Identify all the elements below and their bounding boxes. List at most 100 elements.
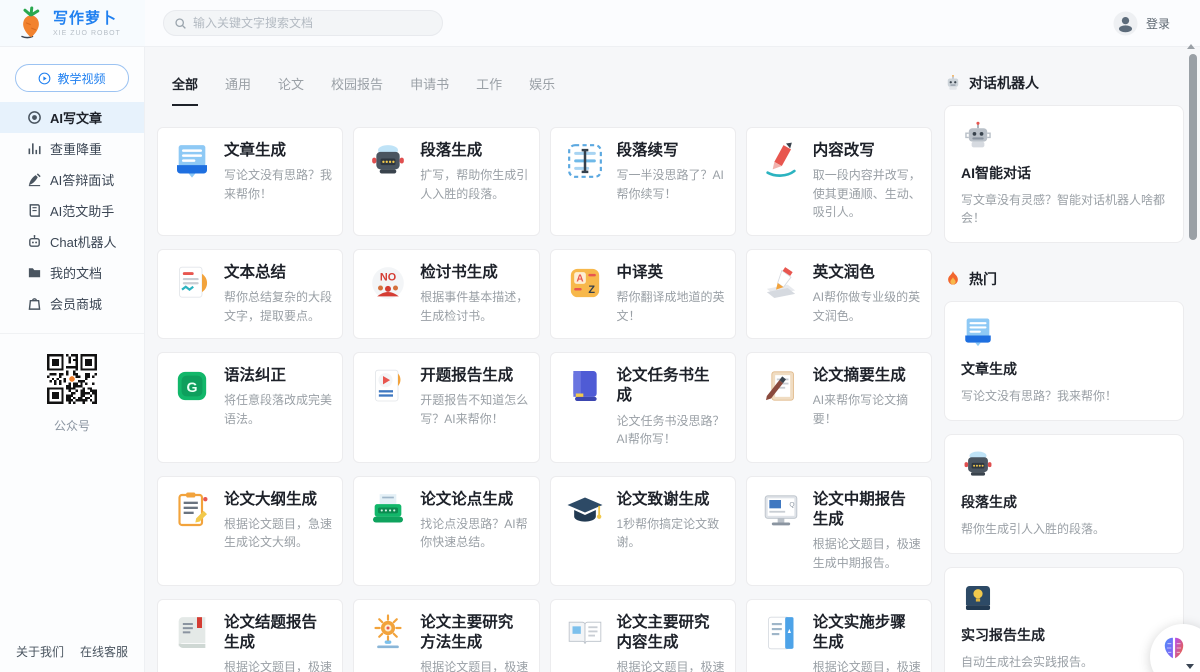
sidebar-item-member-shop-bag[interactable]: 会员商城	[0, 288, 144, 319]
tool-card[interactable]: 文章生成写论文没有思路？我来帮你！	[157, 127, 343, 236]
card-desc: 将任意段落改成完美语法。	[224, 391, 332, 428]
tool-card[interactable]: 论文主要研究内容生成根据论文题目，极速生成主要研究内容。	[550, 599, 736, 672]
chatbot-section-title: 对话机器人	[944, 73, 1184, 93]
card-title: 论文任务书生成	[617, 366, 725, 406]
panel-card-title: AI智能对话	[961, 163, 1167, 183]
tool-card[interactable]: 段落续写写一半没思路了？AI帮你续写！	[550, 127, 736, 236]
brand-logo[interactable]: 写作萝卜 XIE ZUO ROBOT	[0, 0, 145, 46]
no-sign-icon: NO	[368, 263, 408, 303]
tool-card[interactable]: 论文致谢生成1秒帮你搞定论文致谢。	[550, 476, 736, 586]
sidebar-item-my-docs-folder[interactable]: 我的文档	[0, 257, 144, 288]
sidebar-item-label: AI答辩面试	[50, 170, 114, 189]
card-title: 文章生成	[224, 141, 332, 161]
sidebar-item-interview-pen[interactable]: AI答辩面试	[0, 164, 144, 195]
panel-card[interactable]: 段落生成帮你生成引人入胜的段落。	[944, 434, 1184, 554]
sidebar-footer: 关于我们 在线客服	[0, 643, 144, 660]
sidebar-item-label: 我的文档	[50, 263, 102, 282]
sidebar-item-plagiarism-chart[interactable]: 查重降重	[0, 133, 144, 164]
panel-card-title: 段落生成	[961, 492, 1167, 512]
hot-section-label: 热门	[969, 269, 997, 289]
sidebar-item-label: 查重降重	[50, 139, 102, 158]
tool-card[interactable]: 论文实施步骤生成根据论文题目，极速生成论文实施步骤。	[746, 599, 932, 672]
qr-label: 公众号	[0, 417, 144, 434]
tool-card[interactable]: 文本总结帮你总结复杂的大段文字，提取要点。	[157, 249, 343, 339]
search-input[interactable]	[193, 16, 432, 30]
tab-通用[interactable]: 通用	[225, 74, 251, 106]
brain-icon	[1161, 635, 1187, 661]
card-desc: 根据论文题目，极速生成主要研究方法。	[420, 658, 528, 672]
tab-工作[interactable]: 工作	[476, 74, 502, 106]
plagiarism-chart-icon	[27, 141, 42, 156]
tool-card[interactable]: 论文论点生成找论点没思路？AI帮你快速总结。	[353, 476, 539, 586]
tab-娱乐[interactable]: 娱乐	[529, 74, 555, 106]
robot-typewriter-icon	[368, 141, 408, 181]
tool-card[interactable]: 论文任务书生成论文任务书没思路？AI帮你写！	[550, 352, 736, 462]
scrollbar-up-arrow[interactable]	[1187, 44, 1195, 49]
panel-card-desc: 写文章没有灵感？智能对话机器人啥都会！	[961, 191, 1167, 227]
tab-全部[interactable]: 全部	[172, 74, 198, 106]
card-desc: AI帮你做专业级的英文润色。	[813, 288, 921, 325]
scrollbar-thumb[interactable]	[1189, 54, 1197, 240]
tool-card[interactable]: G语法纠正将任意段落改成完美语法。	[157, 352, 343, 462]
sidebar-item-chat-robot[interactable]: Chat机器人	[0, 226, 144, 257]
summary-doc-icon	[172, 263, 212, 303]
rewrite-pencil-icon	[761, 141, 801, 181]
search-bar[interactable]	[163, 10, 443, 36]
card-title: 论文结题报告生成	[224, 613, 332, 653]
card-title: 段落生成	[420, 141, 528, 161]
tab-申请书[interactable]: 申请书	[410, 74, 449, 106]
tool-card[interactable]: 段落生成扩写，帮助你生成引人入胜的段落。	[353, 127, 539, 236]
tutorial-video-button[interactable]: 教学视频	[15, 64, 129, 92]
wechat-qr-code	[47, 354, 97, 404]
about-us-link[interactable]: 关于我们	[16, 643, 64, 660]
steps-notebook-icon	[761, 613, 801, 653]
online-service-link[interactable]: 在线客服	[80, 643, 128, 660]
qr-block: 公众号	[0, 354, 144, 434]
card-title: 论文主要研究内容生成	[617, 613, 725, 653]
fire-icon	[944, 270, 962, 288]
tool-card[interactable]: 英文润色AI帮你做专业级的英文润色。	[746, 249, 932, 339]
report-bulb-icon	[961, 581, 995, 615]
card-desc: 根据论文题目，极速生成论文实施步骤。	[813, 658, 921, 672]
open-book-icon	[565, 613, 605, 653]
panel-card[interactable]: AI智能对话写文章没有灵感？智能对话机器人啥都会！	[944, 105, 1184, 243]
sample-book-icon	[27, 203, 42, 218]
sidebar-item-label: AI写文章	[50, 108, 102, 127]
panel-card[interactable]: 文章生成写论文没有思路？我来帮你！	[944, 301, 1184, 421]
tool-card[interactable]: 论文结题报告生成根据论文题目，极速生成结题报告。	[157, 599, 343, 672]
tool-card[interactable]: AZ中译英帮你翻译成地道的英文！	[550, 249, 736, 339]
tab-论文[interactable]: 论文	[278, 74, 304, 106]
panel-card[interactable]: 实习报告生成自动生成社会实践报告。	[944, 567, 1184, 672]
article-book-icon	[961, 315, 995, 349]
tab-校园报告[interactable]: 校园报告	[331, 74, 383, 106]
card-title: 中译英	[617, 263, 725, 283]
tool-card[interactable]: Q论文中期报告生成根据论文题目，极速生成中期报告。	[746, 476, 932, 586]
tool-card[interactable]: 开题报告生成开题报告不知道怎么写？AI来帮你！	[353, 352, 539, 462]
corner-caret-icon	[1186, 664, 1194, 669]
hot-section-title: 热门	[944, 269, 1184, 289]
tool-card[interactable]: 论文大纲生成根据论文题目，急速生成论文大纲。	[157, 476, 343, 586]
sidebar-item-ai-write[interactable]: AI写文章	[0, 102, 144, 133]
sidebar-item-sample-book[interactable]: AI范文助手	[0, 195, 144, 226]
login-button[interactable]: 登录	[1113, 11, 1170, 36]
card-desc: 根据论文题目，极速生成主要研究内容。	[617, 658, 725, 672]
category-tabs: 全部通用论文校园报告申请书工作娱乐	[157, 47, 938, 106]
panel-card-title: 实习报告生成	[961, 625, 1167, 645]
tool-card[interactable]: NO检讨书生成根据事件基本描述，生成检讨书。	[353, 249, 539, 339]
tool-card[interactable]: 内容改写取一段内容并改写，使其更通顺、生动、吸引人。	[746, 127, 932, 236]
panel-card-desc: 帮你生成引人入胜的段落。	[961, 520, 1167, 538]
chat-robot-icon	[27, 234, 42, 249]
card-desc: 根据论文题目，急速生成论文大纲。	[224, 515, 332, 552]
task-book-icon	[565, 366, 605, 406]
tool-card[interactable]: 论文摘要生成AI来帮你写论文摘要！	[746, 352, 932, 462]
member-shop-bag-icon	[27, 296, 42, 311]
card-desc: 1秒帮你搞定论文致谢。	[617, 515, 725, 552]
sidebar-menu: AI写文章查重降重 AI答辩面试 AI范文助手Chat机器人我的文档会员商城	[0, 102, 144, 319]
tool-card[interactable]: 论文主要研究方法生成根据论文题目，极速生成主要研究方法。	[353, 599, 539, 672]
svg-text:NO: NO	[380, 271, 396, 283]
card-title: 检讨书生成	[420, 263, 528, 283]
card-title: 段落续写	[617, 141, 725, 161]
card-desc: 开题报告不知道怎么写？AI来帮你！	[420, 391, 528, 428]
card-desc: 写论文没有思路？我来帮你！	[224, 166, 332, 203]
my-docs-folder-icon	[27, 265, 42, 280]
